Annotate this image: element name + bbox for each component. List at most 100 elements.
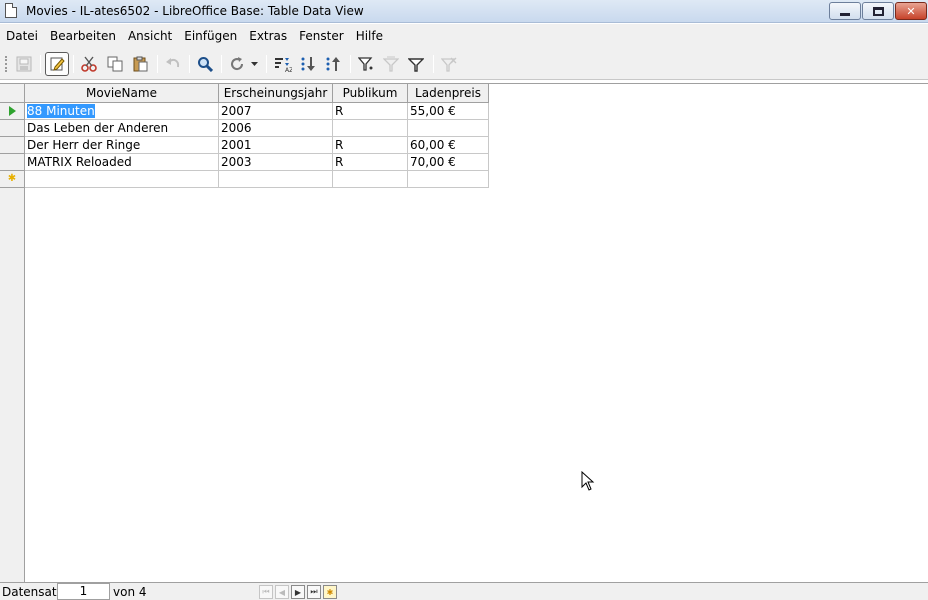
reset-filter-button[interactable]	[438, 53, 460, 75]
menu-hilfe[interactable]: Hilfe	[350, 26, 389, 46]
title-bar: Movies - IL-ates6502 - LibreOffice Base:…	[0, 0, 928, 23]
cell-erscheinungsjahr[interactable]: 2001	[219, 137, 333, 154]
save-record-button[interactable]	[13, 53, 35, 75]
close-icon: ✕	[906, 4, 916, 18]
find-record-icon	[198, 57, 213, 72]
mouse-cursor-icon	[581, 471, 595, 491]
new-record-icon: ✱	[7, 173, 17, 184]
edit-data-button[interactable]	[45, 52, 69, 76]
refresh-button[interactable]	[226, 53, 248, 75]
toolbar-grip[interactable]	[5, 56, 7, 72]
sort-descending-button[interactable]	[322, 53, 344, 75]
menu-fenster[interactable]: Fenster	[293, 26, 350, 46]
minimize-button[interactable]	[829, 2, 861, 20]
standard-filter-button[interactable]	[405, 53, 427, 75]
cell-publikum[interactable]: R	[333, 103, 408, 120]
menu-ansicht[interactable]: Ansicht	[122, 26, 178, 46]
cell-erscheinungsjahr[interactable]: 2006	[219, 120, 333, 137]
cell-ladenpreis[interactable]: 60,00 €	[408, 137, 489, 154]
previous-record-button[interactable]: ◀	[275, 585, 289, 599]
chevron-down-icon	[250, 61, 258, 66]
row-header[interactable]	[0, 154, 25, 171]
cell-moviename[interactable]: 88 Minuten	[25, 103, 219, 120]
sort-descending-icon	[326, 57, 340, 71]
apply-filter-icon	[383, 56, 399, 72]
current-record-icon	[8, 106, 16, 116]
row-header-new[interactable]: ✱	[0, 171, 25, 188]
menu-datei[interactable]: Datei	[0, 26, 44, 46]
column-header-ladenpreis[interactable]: Ladenpreis	[408, 84, 489, 103]
menu-extras[interactable]: Extras	[243, 26, 293, 46]
row-header-current[interactable]	[0, 103, 25, 120]
close-button[interactable]: ✕	[895, 2, 927, 20]
cell-erscheinungsjahr[interactable]: 2003	[219, 154, 333, 171]
cell-erscheinungsjahr[interactable]: 2007	[219, 103, 333, 120]
cell-publikum[interactable]	[333, 120, 408, 137]
toolbar: AZ	[0, 48, 928, 80]
edit-data-icon	[50, 57, 65, 71]
undo-button[interactable]	[162, 53, 184, 75]
find-record-button[interactable]	[194, 53, 216, 75]
document-icon	[5, 3, 17, 18]
toolbar-separator	[73, 55, 74, 73]
toolbar-separator	[266, 55, 267, 73]
undo-icon	[166, 58, 180, 68]
record-count: von 4	[113, 585, 147, 599]
sort-ascending-icon	[301, 57, 315, 71]
standard-filter-icon	[408, 58, 424, 72]
selected-cell-text: 88 Minuten	[27, 104, 95, 118]
cut-button[interactable]	[78, 53, 100, 75]
cell-moviename[interactable]	[25, 171, 219, 188]
paste-button[interactable]	[129, 53, 151, 75]
paste-icon	[133, 56, 148, 72]
column-header-publikum[interactable]: Publikum	[333, 84, 408, 103]
refresh-icon	[231, 57, 244, 71]
record-navigation-bar: Datensatz 1 von 4 ⏮ ◀ ▶ ⏭ ✱	[0, 582, 928, 600]
toolbar-separator	[350, 55, 351, 73]
sort-ascending-button[interactable]	[297, 53, 319, 75]
grid-corner[interactable]	[0, 84, 25, 103]
next-record-icon: ▶	[294, 587, 302, 597]
cell-moviename[interactable]: Das Leben der Anderen	[25, 120, 219, 137]
sort-button[interactable]: AZ	[272, 53, 294, 75]
cell-ladenpreis[interactable]: 70,00 €	[408, 154, 489, 171]
menu-bar: Datei Bearbeiten Ansicht Einfügen Extras…	[0, 24, 928, 48]
row-header[interactable]	[0, 120, 25, 137]
first-record-icon: ⏮	[262, 587, 270, 596]
data-grid[interactable]: MovieName Erscheinungsjahr Publikum Lade…	[0, 83, 928, 583]
cell-erscheinungsjahr[interactable]	[219, 171, 333, 188]
autofilter-button[interactable]	[355, 53, 377, 75]
column-header-erscheinungsjahr[interactable]: Erscheinungsjahr	[219, 84, 333, 103]
new-record-button[interactable]: ✱	[323, 585, 337, 599]
toolbar-separator	[189, 55, 190, 73]
cell-ladenpreis[interactable]: 55,00 €	[408, 103, 489, 120]
new-record-star-icon: ✱	[326, 587, 334, 597]
cell-ladenpreis[interactable]	[408, 171, 489, 188]
cell-moviename[interactable]: Der Herr der Ringe	[25, 137, 219, 154]
maximize-button[interactable]	[862, 2, 894, 20]
cell-publikum[interactable]: R	[333, 137, 408, 154]
toolbar-separator	[433, 55, 434, 73]
toolbar-separator	[221, 55, 222, 73]
sort-icon: AZ	[275, 58, 292, 72]
copy-button[interactable]	[104, 53, 126, 75]
column-header-moviename[interactable]: MovieName	[25, 84, 219, 103]
column-header-row: MovieName Erscheinungsjahr Publikum Lade…	[0, 84, 928, 103]
next-record-button[interactable]: ▶	[291, 585, 305, 599]
last-record-button[interactable]: ⏭	[307, 585, 321, 599]
apply-filter-button[interactable]	[380, 53, 402, 75]
record-position-field[interactable]: 1	[57, 583, 110, 600]
first-record-button[interactable]: ⏮	[259, 585, 273, 599]
autofilter-icon	[358, 57, 373, 71]
menu-einfuegen[interactable]: Einfügen	[178, 26, 243, 46]
cell-publikum[interactable]	[333, 171, 408, 188]
cell-ladenpreis[interactable]	[408, 120, 489, 137]
cell-publikum[interactable]: R	[333, 154, 408, 171]
menu-bearbeiten[interactable]: Bearbeiten	[44, 26, 122, 46]
row-header[interactable]	[0, 137, 25, 154]
record-label: Datensatz	[2, 585, 63, 599]
cell-moviename[interactable]: MATRIX Reloaded	[25, 154, 219, 171]
svg-text:AZ: AZ	[285, 67, 292, 72]
refresh-dropdown[interactable]	[247, 53, 261, 75]
save-record-icon	[16, 56, 32, 72]
